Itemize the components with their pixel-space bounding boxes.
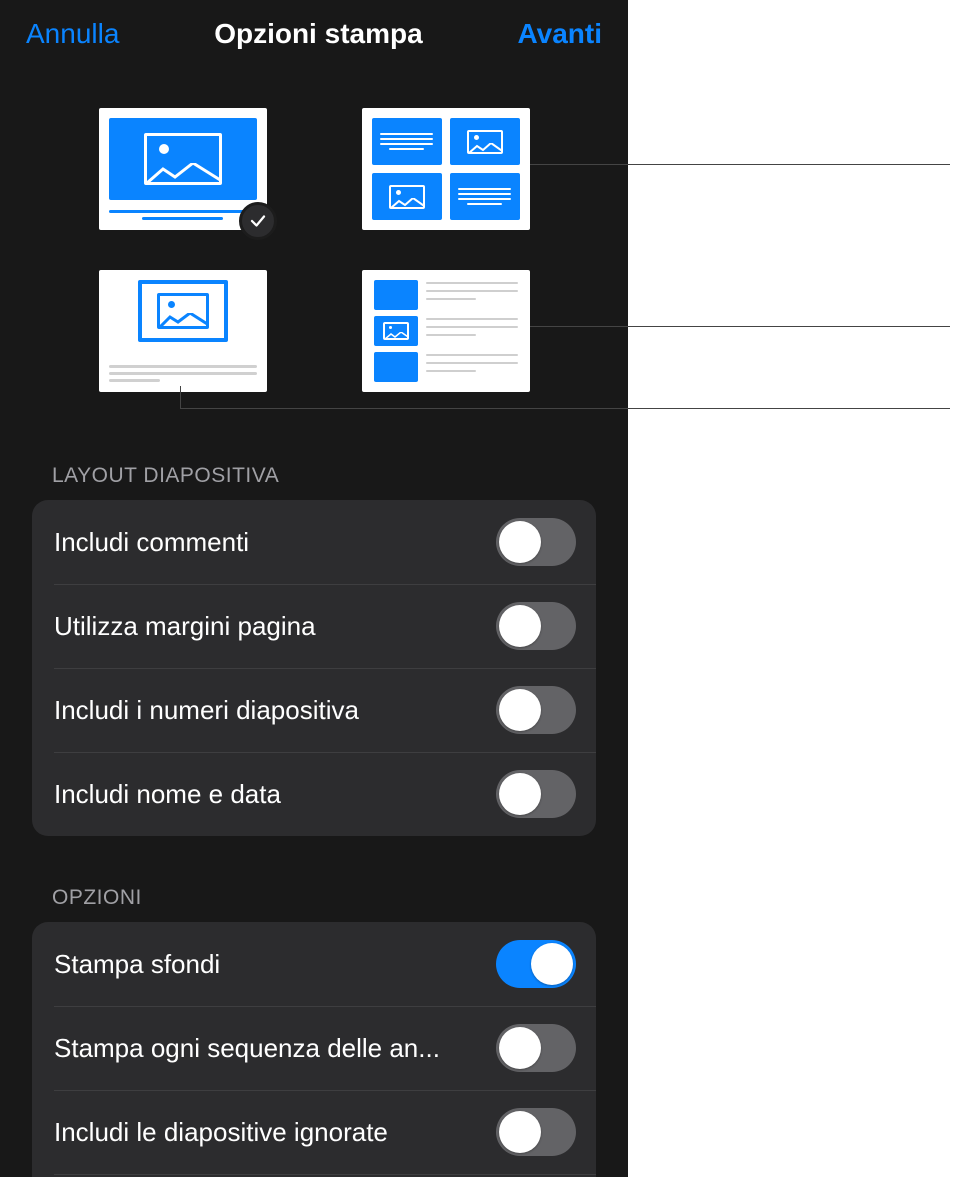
settings-group-options: Stampa sfondi Stampa ogni sequenza delle…: [32, 922, 596, 1177]
row-include-comments: Includi commenti: [32, 500, 596, 584]
row-label: Includi i numeri diapositiva: [54, 695, 359, 726]
print-options-panel: Annulla Opzioni stampa Avanti: [0, 0, 628, 1177]
callout-line: [180, 408, 950, 409]
callout-line: [530, 326, 950, 327]
layout-option-notes[interactable]: [99, 270, 267, 392]
row-print-animations: Stampa ogni sequenza delle an...: [32, 1006, 596, 1090]
layout-option-outline[interactable]: [362, 270, 530, 392]
toggle-include-skipped[interactable]: [496, 1108, 576, 1156]
callout-line: [180, 386, 181, 408]
section-header-options: OPZIONI: [0, 836, 628, 922]
cancel-button[interactable]: Annulla: [26, 18, 119, 50]
row-label: Stampa sfondi: [54, 949, 220, 980]
callout-line: [530, 164, 950, 165]
row-include-skipped: Includi le diapositive ignorate: [32, 1090, 596, 1174]
checkmark-icon: [239, 202, 277, 240]
row-label: Includi le diapositive ignorate: [54, 1117, 388, 1148]
toggle-slide-numbers[interactable]: [496, 686, 576, 734]
row-label: Stampa ogni sequenza delle an...: [54, 1033, 440, 1064]
panel-header: Annulla Opzioni stampa Avanti: [0, 0, 628, 60]
layout-option-grid[interactable]: [362, 108, 530, 230]
row-page-margins: Utilizza margini pagina: [32, 584, 596, 668]
settings-group-layout: Includi commenti Utilizza margini pagina…: [32, 500, 596, 836]
panel-title: Opzioni stampa: [214, 18, 422, 50]
toggle-print-animations[interactable]: [496, 1024, 576, 1072]
toggle-page-margins[interactable]: [496, 602, 576, 650]
layout-option-slide[interactable]: [99, 108, 267, 230]
row-print-backgrounds: Stampa sfondi: [32, 922, 596, 1006]
toggle-print-backgrounds[interactable]: [496, 940, 576, 988]
toggle-include-comments[interactable]: [496, 518, 576, 566]
row-label: Includi nome e data: [54, 779, 281, 810]
row-slide-numbers: Includi i numeri diapositiva: [32, 668, 596, 752]
row-label: Utilizza margini pagina: [54, 611, 316, 642]
next-button[interactable]: Avanti: [517, 18, 602, 50]
row-label: Includi commenti: [54, 527, 249, 558]
layout-options-grid: [0, 60, 628, 392]
toggle-name-date[interactable]: [496, 770, 576, 818]
row-name-date: Includi nome e data: [32, 752, 596, 836]
